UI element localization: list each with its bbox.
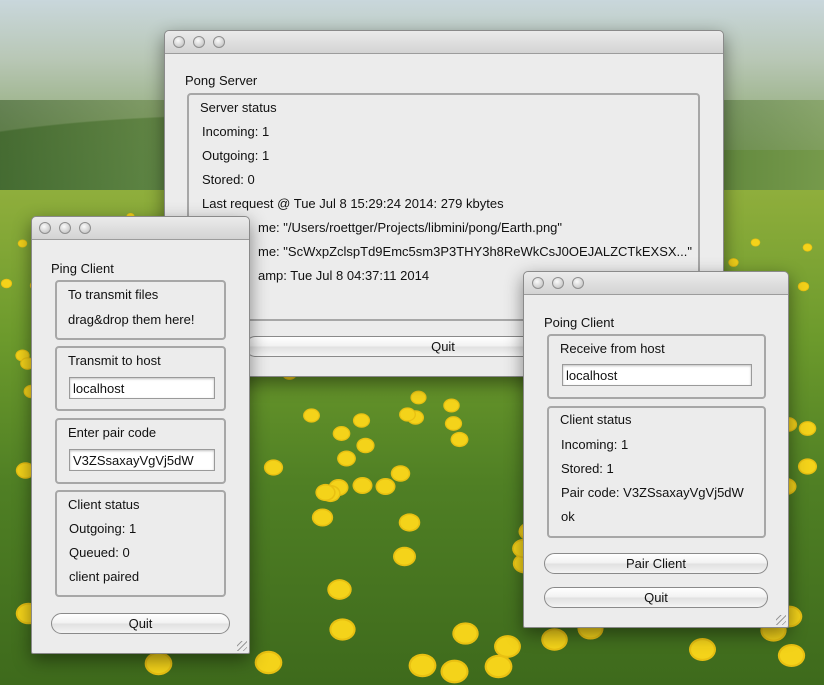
dandelion-flower (304, 409, 319, 422)
close-window-button[interactable] (173, 36, 185, 48)
host-input[interactable]: localhost (69, 377, 215, 399)
window-title: Ping Client (51, 261, 114, 276)
minimize-window-button[interactable] (552, 277, 564, 289)
client-status-group: Client status Outgoing: 1 Queued: 0 clie… (55, 490, 226, 597)
stored-count: Stored: 0 (202, 172, 255, 187)
dandelion-flower (543, 630, 566, 649)
minimize-window-button[interactable] (59, 222, 71, 234)
dandelion-flower (331, 620, 354, 639)
pair-code-display: Pair code: V3ZSsaxayVgVj5dW (561, 485, 744, 500)
incoming-count: Incoming: 1 (561, 437, 629, 452)
drop-zone-line2: drag&drop them here! (68, 312, 195, 327)
close-window-button[interactable] (532, 277, 544, 289)
dandelion-flower (691, 640, 714, 659)
window-title: Poing Client (544, 315, 615, 330)
dandelion-flower (400, 408, 415, 421)
queued-count: Queued: 0 (69, 545, 130, 560)
transmit-host-label: Transmit to host (68, 353, 161, 368)
receive-host-label: Receive from host (560, 341, 665, 356)
close-window-button[interactable] (39, 222, 51, 234)
dandelion-flower (411, 391, 426, 404)
dandelion-flower (392, 466, 409, 481)
poing-quit-button[interactable]: Quit (544, 587, 768, 608)
dandelion-flower (486, 656, 511, 677)
dandelion-flower (354, 478, 371, 493)
poing-client-titlebar[interactable] (524, 272, 788, 295)
dandelion-flower (803, 244, 812, 251)
dandelion-flower (798, 282, 809, 291)
dandelion-flower (146, 653, 171, 674)
zoom-window-button[interactable] (79, 222, 91, 234)
server-status-title: Server status (200, 100, 277, 115)
drop-zone[interactable]: To transmit files drag&drop them here! (55, 280, 226, 340)
pair-code-label: Enter pair code (68, 425, 157, 440)
ping-client-titlebar[interactable] (32, 217, 249, 240)
request-short-name: me: "ScWxpZclspTd9Emc5sm3P3THY3h8ReWkCsJ… (258, 244, 693, 259)
dandelion-flower (800, 422, 815, 435)
dandelion-flower (451, 433, 468, 446)
request-timestamp: amp: Tue Jul 8 04:37:11 2014 (258, 268, 430, 283)
resize-grip[interactable] (237, 641, 247, 651)
stored-count: Stored: 1 (561, 461, 614, 476)
receive-host-group: Receive from host localhost (547, 334, 766, 399)
outgoing-count: Outgoing: 1 (69, 521, 137, 536)
dandelion-flower (334, 427, 349, 440)
dandelion-flower (265, 460, 282, 475)
dandelion-flower (779, 646, 804, 665)
dandelion-flower (442, 661, 467, 682)
poing-client-window: Poing Client Receive from host localhost… (523, 271, 789, 628)
pair-status: ok (561, 509, 575, 524)
window-title: Pong Server (185, 73, 258, 88)
zoom-window-button[interactable] (213, 36, 225, 48)
transmit-host-group: Transmit to host localhost (55, 346, 226, 411)
client-status-group: Client status Incoming: 1 Stored: 1 Pair… (547, 406, 766, 538)
pair-status: client paired (69, 569, 140, 584)
dandelion-flower (729, 258, 738, 267)
dandelion-flower (18, 240, 27, 247)
minimize-window-button[interactable] (193, 36, 205, 48)
dandelion-flower (446, 417, 461, 430)
dandelion-flower (316, 485, 335, 500)
dandelion-flower (751, 239, 760, 246)
client-status-title: Client status (560, 412, 632, 427)
pair-client-button[interactable]: Pair Client (544, 553, 768, 574)
dandelion-flower (338, 451, 355, 466)
dandelion-flower (357, 439, 374, 452)
last-request: Last request @ Tue Jul 8 15:29:24 2014: … (202, 196, 504, 211)
receive-host-input[interactable]: localhost (562, 364, 752, 386)
pong-server-titlebar[interactable] (165, 31, 723, 54)
pair-code-input[interactable]: V3ZSsaxayVgVj5dW (69, 449, 215, 471)
dandelion-flower (1, 279, 12, 288)
zoom-window-button[interactable] (572, 277, 584, 289)
dandelion-flower (799, 459, 816, 474)
ping-client-window: Ping Client To transmit files drag&drop … (31, 216, 250, 654)
dandelion-flower (496, 637, 519, 656)
dandelion-flower (454, 624, 477, 643)
dandelion-flower (400, 515, 419, 530)
request-file-name: me: "/Users/roettger/Projects/libmini/po… (258, 220, 563, 235)
dandelion-flower (394, 548, 415, 565)
dandelion-flower (329, 581, 350, 598)
dandelion-flower (313, 510, 332, 525)
dandelion-flower (256, 652, 281, 673)
ping-quit-button[interactable]: Quit (51, 613, 230, 634)
dandelion-flower (354, 414, 369, 427)
incoming-count: Incoming: 1 (202, 124, 270, 139)
outgoing-count: Outgoing: 1 (202, 148, 270, 163)
pair-code-group: Enter pair code V3ZSsaxayVgVj5dW (55, 418, 226, 484)
drop-zone-line1: To transmit files (68, 287, 159, 302)
dandelion-flower (410, 655, 435, 676)
dandelion-flower (444, 399, 459, 412)
client-status-title: Client status (68, 497, 140, 512)
resize-grip[interactable] (776, 615, 786, 625)
dandelion-flower (377, 479, 394, 494)
